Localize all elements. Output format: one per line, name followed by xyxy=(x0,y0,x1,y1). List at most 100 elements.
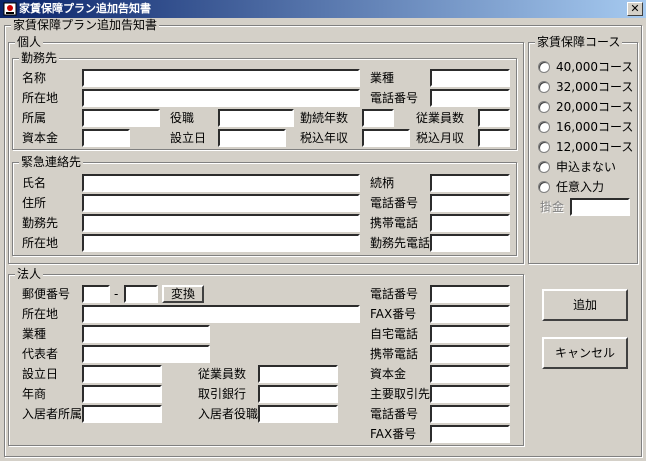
amount-field[interactable] xyxy=(570,198,630,216)
corp-address-label: 所在地 xyxy=(22,307,59,321)
department-label: 所属 xyxy=(22,111,47,125)
corp-address-field[interactable] xyxy=(82,305,360,323)
app-icon xyxy=(3,2,17,16)
relation-field[interactable] xyxy=(430,174,510,192)
corp-industry-field[interactable] xyxy=(82,325,210,343)
postal-label: 郵便番号 xyxy=(22,287,71,301)
emergency-legend: 緊急連絡先 xyxy=(19,155,84,169)
employer-phone-label: 電話番号 xyxy=(370,91,419,105)
emergency-workplace-field[interactable] xyxy=(82,214,360,232)
department-field[interactable] xyxy=(82,109,160,127)
resident-dept-field[interactable] xyxy=(82,405,162,423)
corp-fax2-label: FAX番号 xyxy=(370,427,417,441)
emergency-work-address-label: 所在地 xyxy=(22,236,59,250)
employees-field[interactable] xyxy=(478,109,510,127)
course-radio-40000[interactable] xyxy=(538,61,550,73)
years-field[interactable] xyxy=(362,109,394,127)
course-radio-none[interactable] xyxy=(538,161,550,173)
convert-button-label: 変換 xyxy=(170,287,195,301)
corp-phone-label: 電話番号 xyxy=(370,287,419,301)
established-field[interactable] xyxy=(218,129,286,147)
course-radio-32000[interactable] xyxy=(538,81,550,93)
employer-industry-label: 業種 xyxy=(370,71,395,85)
emergency-phone-field[interactable] xyxy=(430,194,510,212)
monthly-income-label: 税込月収 xyxy=(416,131,465,145)
corp-capital-label: 資本金 xyxy=(370,367,407,381)
emergency-work-phone-field[interactable] xyxy=(430,234,510,252)
course-option-label: 申込まない xyxy=(556,160,617,174)
add-button-label: 追加 xyxy=(572,298,597,312)
course-radio-custom[interactable] xyxy=(538,181,550,193)
employees-label: 従業員数 xyxy=(416,111,465,125)
course-radio-16000[interactable] xyxy=(538,121,550,133)
emergency-address-field[interactable] xyxy=(82,194,360,212)
resident-dept-label: 入居者所属 xyxy=(22,407,83,421)
employer-address-label: 所在地 xyxy=(22,91,59,105)
course-legend: 家賃保障コース xyxy=(535,35,623,49)
corp-phone2-label: 電話番号 xyxy=(370,407,419,421)
corp-phone-field[interactable] xyxy=(430,285,510,303)
representative-label: 代表者 xyxy=(22,347,59,361)
postal-code-second-field[interactable] xyxy=(124,285,158,303)
corp-established-field[interactable] xyxy=(82,365,162,383)
employer-industry-field[interactable] xyxy=(430,69,510,87)
dialog-window: 家賃保障プラン追加告知書 ✕ 家賃保障プラン追加告知書 個人 勤務先 名称 業種… xyxy=(0,0,646,461)
course-option-label: 40,000コース xyxy=(556,60,634,74)
course-option-label: 任意入力 xyxy=(556,180,605,194)
corp-capital-field[interactable] xyxy=(430,365,510,383)
postal-code-first-field[interactable] xyxy=(82,285,110,303)
years-label: 勤続年数 xyxy=(300,111,349,125)
corp-industry-label: 業種 xyxy=(22,327,47,341)
established-label: 設立日 xyxy=(170,131,207,145)
employer-phone-field[interactable] xyxy=(430,89,510,107)
course-option-label: 12,000コース xyxy=(556,140,634,154)
individual-legend: 個人 xyxy=(15,35,44,49)
course-option-label: 20,000コース xyxy=(556,100,634,114)
emergency-work-address-field[interactable] xyxy=(82,234,360,252)
emergency-mobile-field[interactable] xyxy=(430,214,510,232)
emergency-workplace-label: 勤務先 xyxy=(22,216,59,230)
corp-phone2-field[interactable] xyxy=(430,405,510,423)
capital-label: 資本金 xyxy=(22,131,59,145)
add-button[interactable]: 追加 xyxy=(542,289,628,321)
close-button[interactable]: ✕ xyxy=(627,2,643,16)
convert-button[interactable]: 変換 xyxy=(162,285,204,303)
emergency-phone-label: 電話番号 xyxy=(370,196,419,210)
corp-employees-field[interactable] xyxy=(258,365,338,383)
employer-address-field[interactable] xyxy=(82,89,360,107)
representative-field[interactable] xyxy=(82,345,210,363)
home-phone-label: 自宅電話 xyxy=(370,327,419,341)
emergency-name-label: 氏名 xyxy=(22,176,47,190)
corp-fax2-field[interactable] xyxy=(430,425,510,443)
emergency-mobile-label: 携帯電話 xyxy=(370,216,419,230)
corp-fax-label: FAX番号 xyxy=(370,307,417,321)
capital-field[interactable] xyxy=(82,129,130,147)
resident-position-label: 入居者役職 xyxy=(198,407,259,421)
employer-name-field[interactable] xyxy=(82,69,360,87)
corp-fax-field[interactable] xyxy=(430,305,510,323)
main-client-label: 主要取引先 xyxy=(370,387,431,401)
emergency-work-phone-label: 勤務先電話 xyxy=(370,236,431,250)
course-radio-12000[interactable] xyxy=(538,141,550,153)
emergency-address-label: 住所 xyxy=(22,196,47,210)
revenue-field[interactable] xyxy=(82,385,162,403)
emergency-name-field[interactable] xyxy=(82,174,360,192)
monthly-income-field[interactable] xyxy=(478,129,510,147)
course-radio-20000[interactable] xyxy=(538,101,550,113)
home-phone-field[interactable] xyxy=(430,325,510,343)
bank-label: 取引銀行 xyxy=(198,387,247,401)
revenue-label: 年商 xyxy=(22,387,47,401)
position-field[interactable] xyxy=(218,109,294,127)
postal-separator: - xyxy=(114,287,119,301)
cancel-button[interactable]: キャンセル xyxy=(542,337,628,369)
resident-position-field[interactable] xyxy=(258,405,338,423)
bank-field[interactable] xyxy=(258,385,338,403)
title-bar: 家賃保障プラン追加告知書 ✕ xyxy=(0,0,646,18)
corp-mobile-field[interactable] xyxy=(430,345,510,363)
cancel-button-label: キャンセル xyxy=(554,346,615,360)
corp-mobile-label: 携帯電話 xyxy=(370,347,419,361)
form-title: 家賃保障プラン追加告知書 xyxy=(11,18,160,32)
corp-established-label: 設立日 xyxy=(22,367,59,381)
annual-income-field[interactable] xyxy=(362,129,410,147)
main-client-field[interactable] xyxy=(430,385,510,403)
